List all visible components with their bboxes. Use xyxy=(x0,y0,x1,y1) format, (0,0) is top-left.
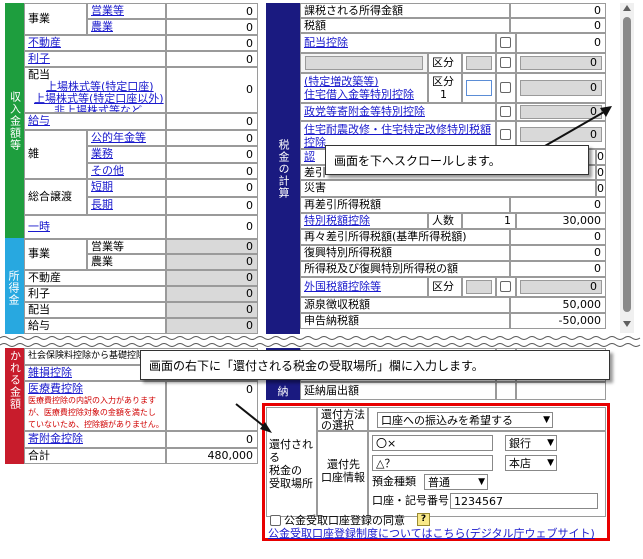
refund-input-callout: 画面の右下に「還付される税金の受取場所」欄に入力します。 xyxy=(140,350,610,380)
refund-callout-arrow xyxy=(235,403,272,433)
refund-arrow-line xyxy=(235,403,267,429)
